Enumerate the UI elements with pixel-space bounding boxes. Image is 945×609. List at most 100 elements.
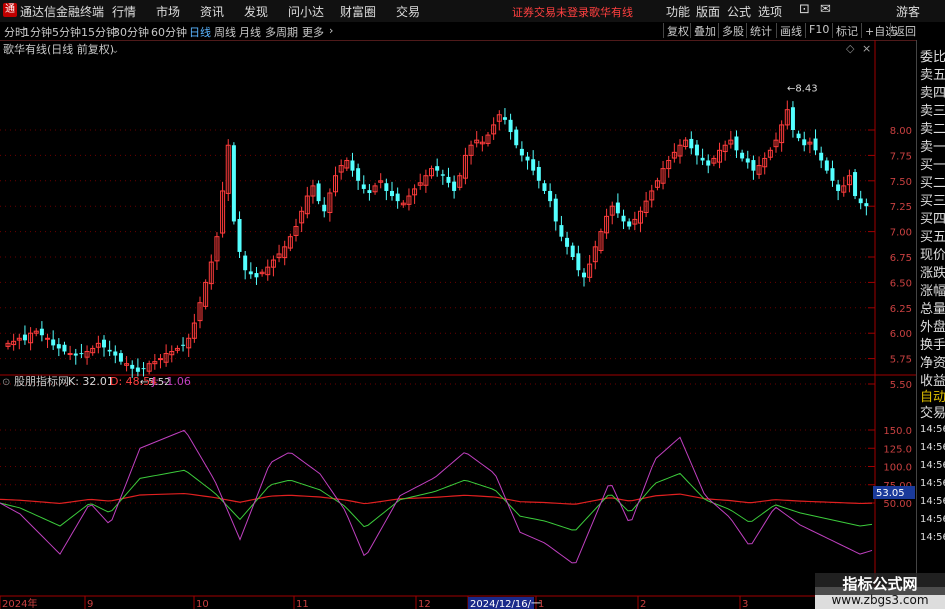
candle-body bbox=[350, 160, 355, 171]
candle-body bbox=[615, 202, 620, 214]
candle-body bbox=[237, 219, 242, 252]
back-button[interactable]: 返回 bbox=[890, 23, 916, 38]
candle-body bbox=[542, 183, 547, 191]
f10-button[interactable]: F10 bbox=[805, 23, 829, 38]
period-month[interactable]: 月线 bbox=[239, 24, 261, 40]
duogu-button[interactable]: 多股 bbox=[718, 23, 744, 38]
y-tick-label: 7.25 bbox=[890, 202, 912, 213]
period-week[interactable]: 周线 bbox=[214, 24, 236, 40]
menu-wenxiaoda[interactable]: 问小达 bbox=[288, 3, 324, 20]
trade-label[interactable]: 交易 bbox=[920, 402, 945, 421]
diamond-icon[interactable]: ◇ bbox=[846, 42, 855, 55]
candle-body bbox=[62, 344, 67, 352]
app-logo-icon: 通 bbox=[3, 3, 17, 17]
close-icon[interactable]: × bbox=[862, 42, 871, 55]
quote-field-label: 买五 bbox=[920, 230, 945, 245]
candle-body bbox=[576, 253, 581, 271]
candle-body bbox=[582, 272, 586, 278]
chevron-right-icon[interactable]: › bbox=[329, 24, 333, 37]
lock-icon[interactable]: ⊡ bbox=[799, 2, 810, 17]
menu-gongneng[interactable]: 功能 bbox=[666, 3, 690, 20]
candle-body bbox=[157, 358, 163, 361]
candle-body bbox=[248, 271, 253, 275]
x-axis-label: 12 bbox=[418, 599, 431, 609]
stock-name-title: 歌华有线 bbox=[589, 6, 633, 19]
menu-caifuquan[interactable]: 财富圈 bbox=[340, 3, 376, 20]
y-tick-label: 7.75 bbox=[890, 151, 912, 162]
trade-time: 14:56 bbox=[920, 424, 945, 435]
candle-body bbox=[130, 364, 135, 369]
huaxian-button[interactable]: 画线 bbox=[776, 23, 802, 38]
candle-body bbox=[536, 166, 541, 181]
period-more[interactable]: 更多 bbox=[302, 24, 324, 40]
y-tick-label: 6.00 bbox=[890, 329, 912, 340]
dropdown-icon[interactable]: ⌄ bbox=[111, 45, 119, 56]
candle-body bbox=[79, 353, 84, 355]
candle-body bbox=[39, 328, 44, 336]
k-line bbox=[0, 469, 873, 531]
y-tick-label: 6.75 bbox=[890, 253, 912, 264]
indicator-series bbox=[0, 429, 873, 564]
candle-body bbox=[56, 344, 61, 349]
candle-body bbox=[135, 367, 140, 372]
menu-faxian[interactable]: 发现 bbox=[244, 3, 268, 20]
candle-body bbox=[508, 119, 513, 133]
quote-field-label: 净资 bbox=[920, 356, 945, 371]
biaoji-button[interactable]: 标记 bbox=[832, 23, 858, 38]
quote-field-label: 外盘 bbox=[920, 320, 945, 335]
x-axis-label: 2024/12/16/一 bbox=[470, 599, 541, 609]
trade-time: 14:56 bbox=[920, 496, 945, 507]
candle-body bbox=[514, 129, 519, 146]
candle-body bbox=[356, 168, 361, 181]
fuquan-button[interactable]: 复权 bbox=[663, 23, 689, 38]
candle-body bbox=[853, 172, 858, 197]
quote-field-label: 涨跌 bbox=[920, 266, 945, 281]
trade-time: 14:56 bbox=[920, 460, 945, 471]
candle-body bbox=[446, 176, 451, 183]
candle-body bbox=[51, 339, 56, 346]
candle-body bbox=[734, 136, 739, 151]
candle-body bbox=[440, 174, 445, 176]
message-icon[interactable]: ✉ bbox=[820, 2, 831, 17]
period-30min[interactable]: 30分钟 bbox=[113, 24, 149, 40]
quote-panel: 委比 卖五 卖四 卖三 卖二 卖一 买一 买二 买三 买四 买五 现价 涨跌 涨幅 总量 外盘 换手 净资 收益 自动… bbox=[916, 40, 945, 609]
quote-field-label: 买四 bbox=[920, 212, 945, 227]
tongji-button[interactable]: 统计 bbox=[746, 23, 772, 38]
y-tick-label: 7.00 bbox=[890, 228, 912, 239]
candle-body bbox=[367, 190, 372, 193]
candle-body bbox=[384, 183, 389, 191]
period-60min[interactable]: 60分钟 bbox=[151, 24, 187, 40]
candle-body bbox=[361, 184, 366, 189]
guest-label[interactable]: 游客 bbox=[896, 3, 920, 20]
x-axis-label: 2024年 bbox=[2, 597, 37, 609]
period-multi[interactable]: 多周期 bbox=[265, 24, 298, 40]
trade-time: 14:56 bbox=[920, 442, 945, 453]
candle-body bbox=[45, 337, 51, 340]
candle-body bbox=[254, 273, 259, 278]
indicator-dropdown-icon[interactable]: ⊙ bbox=[2, 377, 10, 388]
login-status[interactable]: 证券交易未登录 bbox=[512, 4, 589, 20]
period-15min[interactable]: 15分钟 bbox=[81, 24, 117, 40]
period-day[interactable]: 日线 bbox=[189, 24, 211, 40]
y-tick-label: 100.0 bbox=[883, 463, 912, 474]
quote-field-label: 买一 bbox=[920, 158, 945, 173]
period-5min[interactable]: 5分钟 bbox=[52, 24, 81, 40]
candle-body bbox=[802, 139, 807, 146]
menu-gongshi[interactable]: 公式 bbox=[727, 3, 751, 20]
menu-shichang[interactable]: 市场 bbox=[156, 3, 180, 20]
candle-body bbox=[706, 160, 711, 166]
menu-xuanxiang[interactable]: 选项 bbox=[758, 3, 782, 20]
candle-body bbox=[570, 245, 575, 257]
candle-body bbox=[181, 344, 186, 346]
y-tick-label: 50.00 bbox=[883, 499, 912, 510]
menu-banmian[interactable]: 版面 bbox=[696, 3, 720, 20]
chart-area[interactable]: 8.00 7.75 7.50 7.25 7.00 6.75 6.50 6.25 6.00 5.75… bbox=[0, 40, 945, 609]
quote-field-label: 涨幅 bbox=[920, 284, 945, 299]
menu-hangqing[interactable]: 行情 bbox=[112, 3, 136, 20]
menu-jiaoyi[interactable]: 交易 bbox=[396, 3, 420, 20]
period-1min[interactable]: 1分钟 bbox=[23, 24, 52, 40]
candle-body bbox=[452, 181, 457, 191]
menu-zixun[interactable]: 资讯 bbox=[200, 3, 224, 20]
candle-body bbox=[745, 158, 750, 163]
diejia-button[interactable]: 叠加 bbox=[690, 23, 716, 38]
